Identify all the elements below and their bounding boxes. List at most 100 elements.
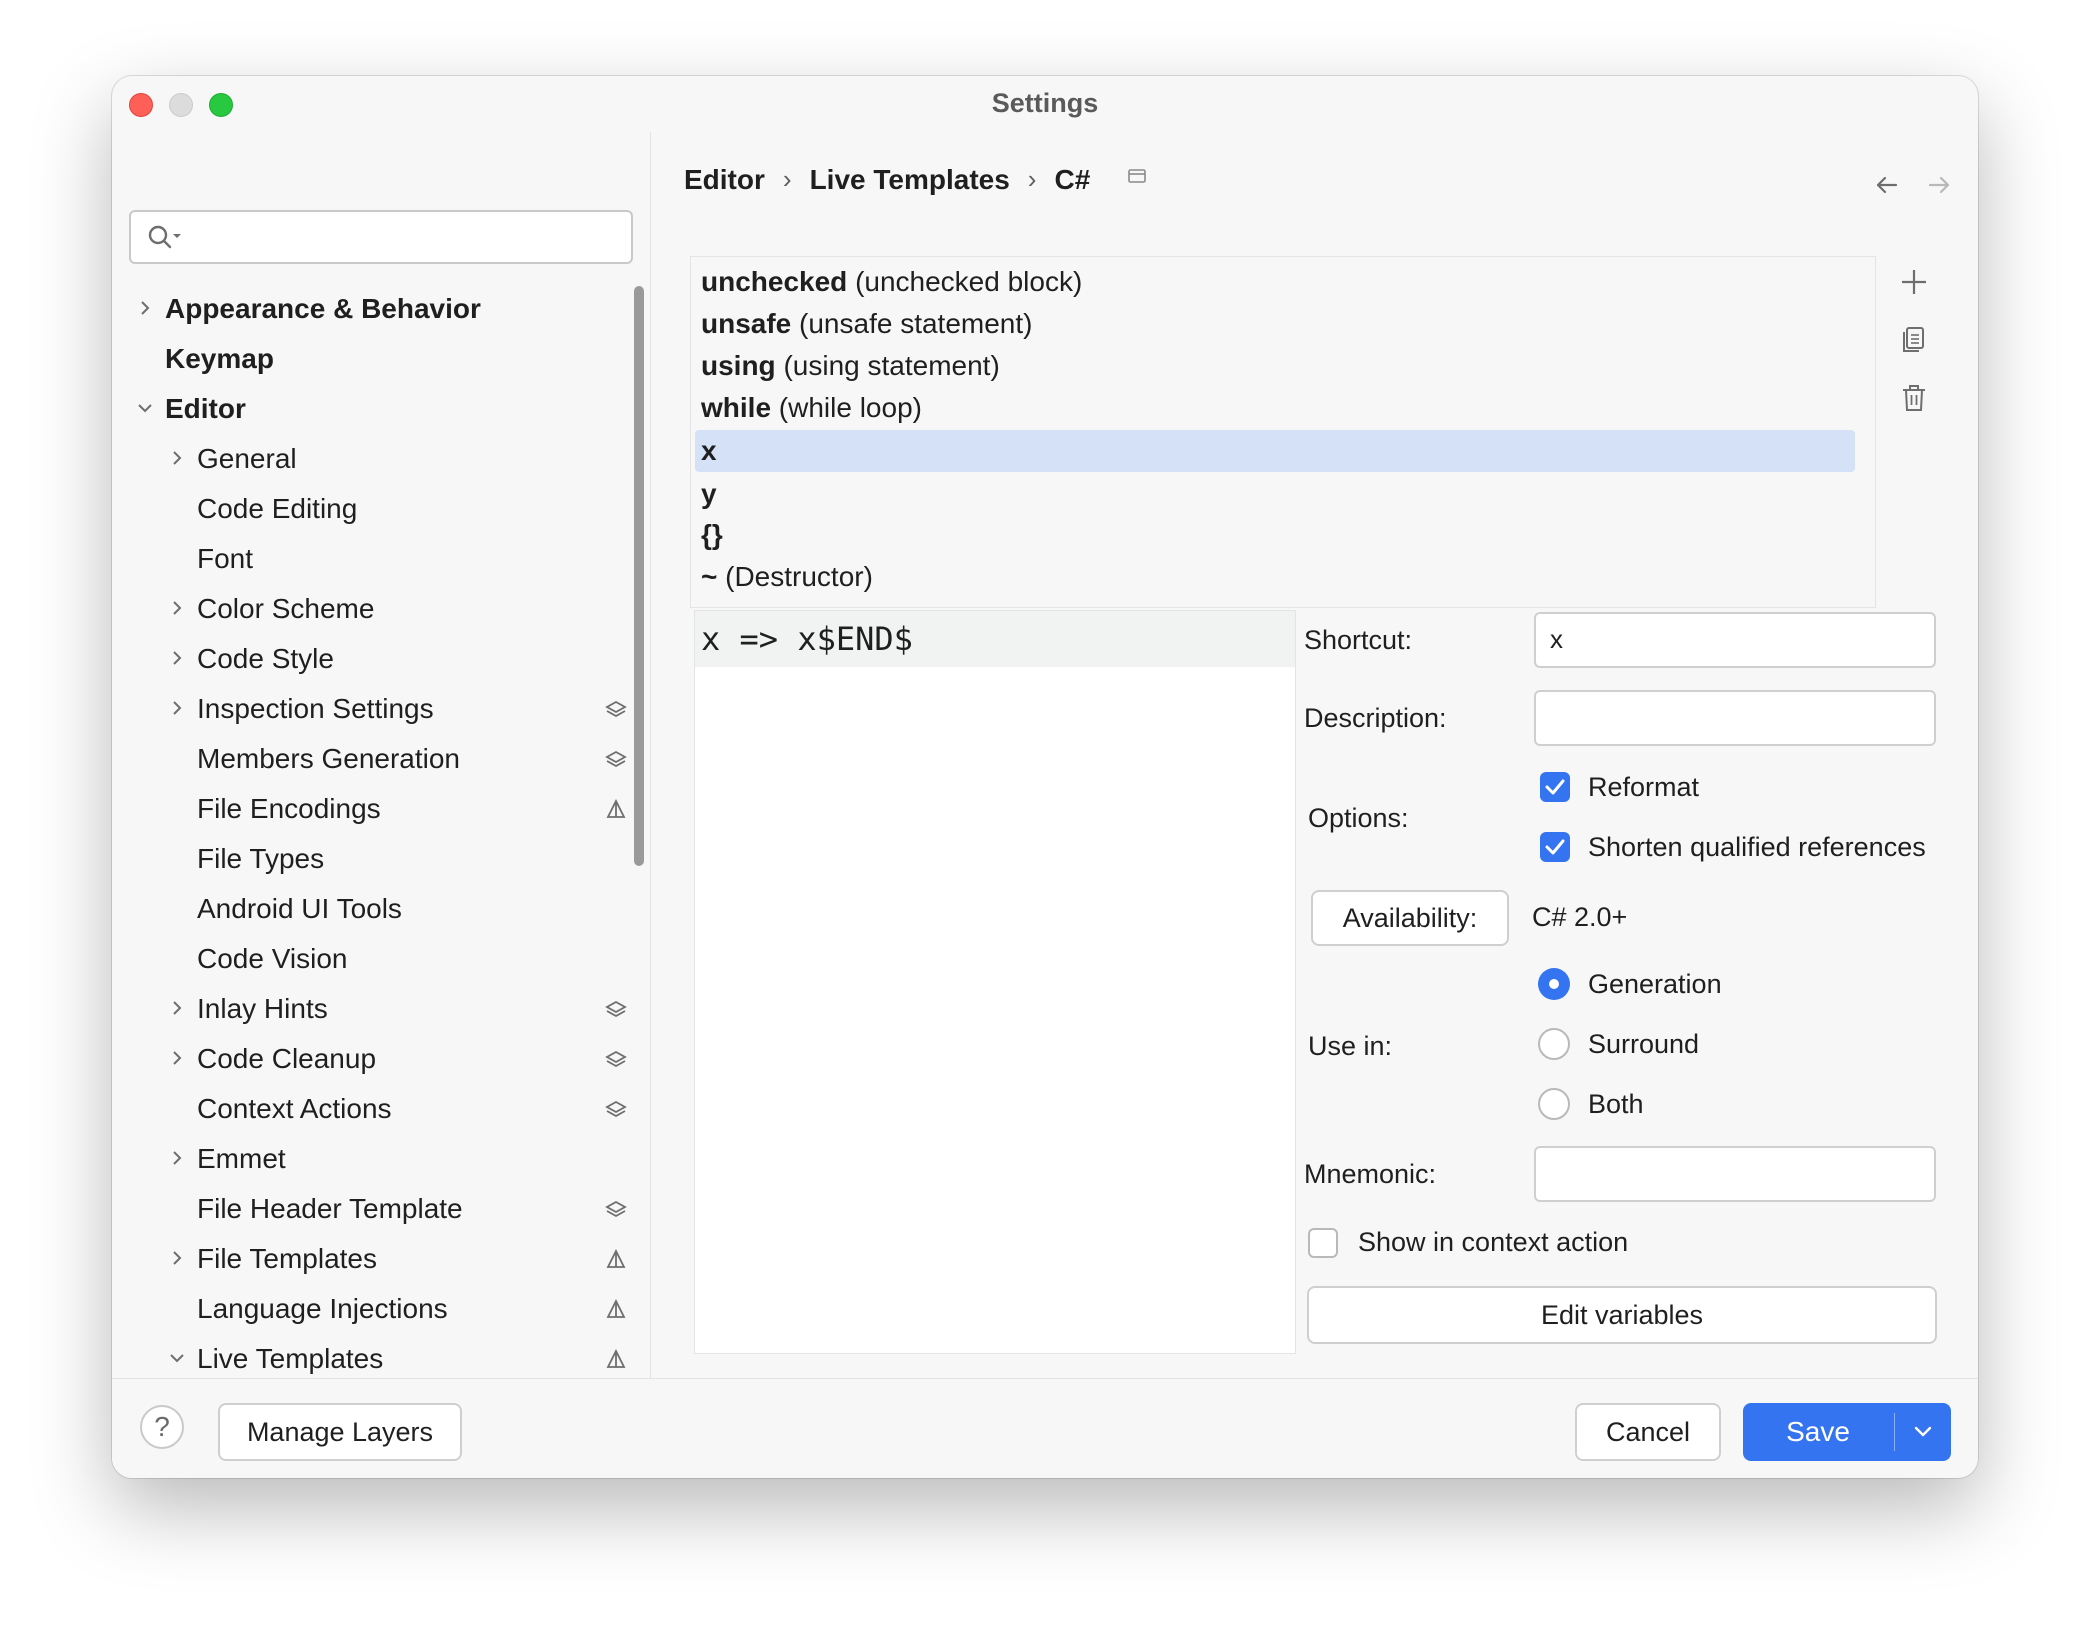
template-row-x[interactable]: x [695,430,1855,472]
template-row-braces[interactable]: {} [695,514,1855,556]
layers-icon [605,700,627,718]
template-row-destructor[interactable]: ~ (Destructor) [695,556,1855,598]
shortcut-field[interactable]: x [1534,612,1936,668]
template-abbreviation: while [701,392,772,423]
sidebar-item-general[interactable]: General [112,434,650,484]
availability-value: C# 2.0+ [1532,902,1628,932]
manage-layers-button[interactable]: Manage Layers [218,1403,462,1461]
sidebar-item-file-encodings[interactable]: File Encodings [112,784,650,834]
back-arrow-icon[interactable] [1870,168,1904,202]
sidebar-item-inspection-settings[interactable]: Inspection Settings [112,684,650,734]
template-row-y[interactable]: y [695,473,1855,515]
navigation-arrows [1870,168,1956,207]
save-label: Save [1786,1416,1850,1447]
layer-scope-icon [1128,169,1146,183]
settings-window: Settings Appearance & Behavior Keymap Ed… [112,76,1978,1478]
dialog-footer: ? Manage Layers Cancel Save [112,1378,1978,1478]
sidebar-item-file-header-template[interactable]: File Header Template [112,1184,650,1234]
sidebar-item-file-types[interactable]: File Types [112,834,650,884]
chevron-right-icon[interactable] [166,647,188,669]
chevron-down-icon[interactable] [134,397,156,419]
chevron-down-icon[interactable] [1905,1417,1941,1447]
both-label: Both [1588,1089,1644,1119]
description-label: Description: [1304,703,1447,733]
sidebar-scrollbar[interactable] [634,286,644,866]
search-icon [148,225,181,249]
layers-icon [605,1000,627,1018]
chevron-right-icon[interactable] [166,597,188,619]
template-abbreviation: x [701,435,717,466]
template-row-using[interactable]: using (using statement) [695,345,1855,387]
breadcrumb: Editor › Live Templates › C# [684,162,1148,196]
mnemonic-label: Mnemonic: [1304,1159,1437,1189]
template-abbreviation: unchecked [701,266,848,297]
chevron-right-icon[interactable] [166,1247,188,1269]
sidebar-item-code-cleanup[interactable]: Code Cleanup [112,1034,650,1084]
sidebar-item-editor[interactable]: Editor [112,384,650,434]
description-field[interactable] [1534,690,1936,746]
sidebar-item-live-templates[interactable]: Live Templates [112,1334,650,1384]
search-input[interactable] [129,210,633,264]
chevron-right-icon[interactable] [166,1147,188,1169]
save-divider [1894,1413,1895,1451]
forward-arrow-icon[interactable] [1922,168,1956,202]
project-scope-icon [606,1298,626,1318]
sidebar-item-members-generation[interactable]: Members Generation [112,734,650,784]
generation-radio[interactable] [1538,968,1570,1000]
chevron-right-icon[interactable] [134,297,156,319]
template-description: (while loop) [778,392,922,423]
mnemonic-field[interactable] [1534,1146,1936,1202]
layers-icon [605,1050,627,1068]
shorten-references-checkbox[interactable] [1540,832,1570,862]
chevron-right-icon[interactable] [166,997,188,1019]
sidebar-item-appearance-behavior[interactable]: Appearance & Behavior [112,284,650,334]
context-action-label: Show in context action [1358,1227,1629,1257]
both-radio[interactable] [1538,1088,1570,1120]
save-button[interactable]: Save [1743,1403,1951,1461]
chevron-down-icon[interactable] [166,1347,188,1369]
template-list[interactable]: unchecked (unchecked block) unsafe (unsa… [690,256,1876,608]
surround-label: Surround [1588,1029,1700,1059]
template-description: (Destructor) [725,561,873,592]
template-row-unchecked[interactable]: unchecked (unchecked block) [695,261,1855,303]
generation-label: Generation [1588,969,1722,999]
sidebar-item-language-injections[interactable]: Language Injections [112,1284,650,1334]
reformat-label: Reformat [1588,772,1700,802]
add-icon[interactable] [1894,262,1934,302]
edit-variables-button[interactable]: Edit variables [1307,1286,1937,1344]
template-abbreviation: unsafe [701,308,792,339]
template-abbreviation: using [701,350,776,381]
context-action-checkbox[interactable] [1308,1228,1338,1258]
sidebar-item-code-style[interactable]: Code Style [112,634,650,684]
layers-icon [605,1200,627,1218]
copy-icon[interactable] [1894,320,1934,360]
checkmark-icon [1545,779,1565,795]
template-row-unsafe[interactable]: unsafe (unsafe statement) [695,303,1855,345]
sidebar-item-android-ui-tools[interactable]: Android UI Tools [112,884,650,934]
sidebar-item-inlay-hints[interactable]: Inlay Hints [112,984,650,1034]
layers-icon [605,1100,627,1118]
template-text-editor[interactable]: x => x$END$ [694,610,1296,1354]
availability-button[interactable]: Availability: [1311,890,1509,946]
chevron-right-icon[interactable] [166,447,188,469]
chevron-right-icon[interactable] [166,1047,188,1069]
breadcrumb-live-templates[interactable]: Live Templates [810,164,1010,196]
template-code-line[interactable]: x => x$END$ [695,611,1295,667]
sidebar-item-file-templates[interactable]: File Templates [112,1234,650,1284]
sidebar-item-code-vision[interactable]: Code Vision [112,934,650,984]
use-in-label: Use in: [1308,1031,1393,1061]
help-button[interactable]: ? [140,1405,184,1449]
chevron-right-icon[interactable] [166,697,188,719]
sidebar-item-context-actions[interactable]: Context Actions [112,1084,650,1134]
sidebar-item-color-scheme[interactable]: Color Scheme [112,584,650,634]
delete-icon[interactable] [1894,378,1934,418]
sidebar-item-code-editing[interactable]: Code Editing [112,484,650,534]
cancel-button[interactable]: Cancel [1575,1403,1721,1461]
breadcrumb-editor[interactable]: Editor [684,164,765,196]
sidebar-item-font[interactable]: Font [112,534,650,584]
template-row-while[interactable]: while (while loop) [695,387,1855,429]
sidebar-item-keymap[interactable]: Keymap [112,334,650,384]
sidebar-item-emmet[interactable]: Emmet [112,1134,650,1184]
reformat-checkbox[interactable] [1540,772,1570,802]
surround-radio[interactable] [1538,1028,1570,1060]
